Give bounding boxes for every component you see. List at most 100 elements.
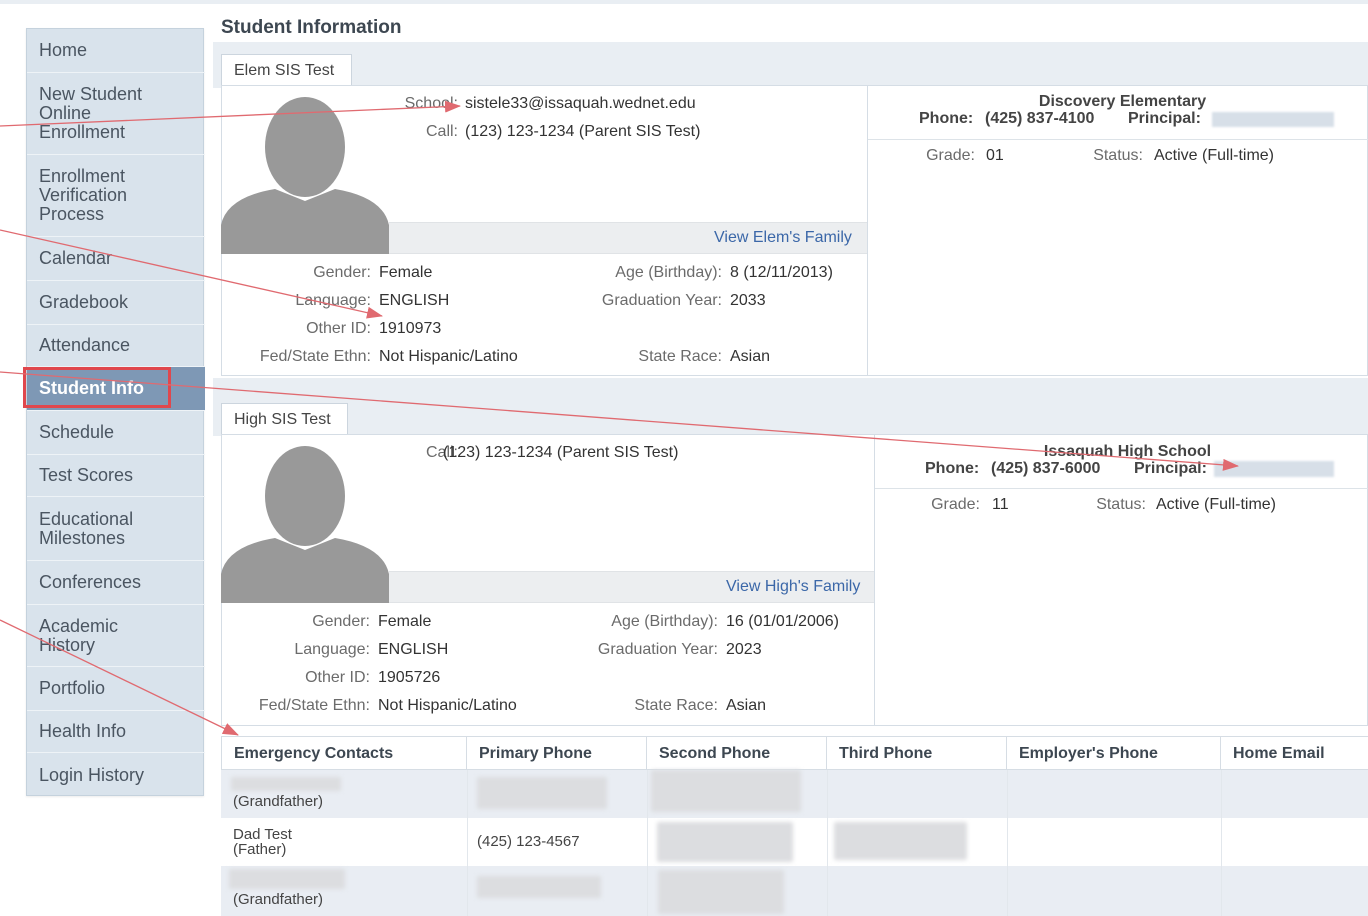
sidebar-item-test-scores[interactable]: Test Scores [27,455,205,497]
phone-label: Phone: [925,460,980,477]
ethn-label: Fed/State Ethn: [259,348,371,365]
view-high-family-link[interactable]: View High's Family [726,578,860,596]
redacted-phone [658,870,784,914]
race-label: State Race: [634,697,718,714]
ethn-value: Not Hispanic/Latino [379,348,518,365]
status-value: Active (Full-time) [1154,147,1275,164]
sidebar-item-student-info[interactable]: Student Info [27,367,205,411]
view-elem-family-link[interactable]: View Elem's Family [714,229,852,247]
contact-relation: (Father) [233,841,287,858]
divider [868,139,1368,140]
phone-label: Phone: [919,110,974,127]
column-header-second-phone[interactable]: Second Phone [647,736,827,770]
sidebar-item-schedule[interactable]: Schedule [27,411,205,455]
school-email-value: sistele33@issaquah.wednet.edu [465,95,696,112]
sidebar-nav: Home New Student Online Enrollment Enrol… [26,28,205,797]
contact-relation: (Grandfather) [233,891,324,908]
status-label: Status: [1093,147,1143,164]
school-card-elem [867,85,1368,376]
column-header-employers-phone[interactable]: Employer's Phone [1007,736,1221,770]
avatar-elem [221,97,389,254]
sidebar-item-enrollment-verification[interactable]: Enrollment Verification Process [27,155,205,237]
page-title: Student Information [221,17,402,38]
sidebar-item-home[interactable]: Home [27,29,205,73]
age-value: 16 (01/01/2006) [726,613,839,630]
grade-label: Grade: [931,496,980,513]
redacted-name [231,777,341,791]
divider [467,770,468,916]
school-name: Issaquah High School [1043,443,1212,460]
sidebar-item-calendar[interactable]: Calendar [27,237,205,281]
table-row: (Grandfather) [221,770,1368,818]
sidebar-item-login-history[interactable]: Login History [27,753,205,797]
gender-value: Female [378,613,432,630]
other-id-label: Other ID: [305,669,370,686]
divider [1007,770,1008,916]
grad-year-label: Graduation Year: [601,292,722,309]
sidebar-item-educational-milestones[interactable]: Educational Milestones [27,497,205,561]
race-value: Asian [726,697,767,714]
language-value: ENGLISH [379,292,450,309]
redacted-phone [834,822,967,860]
sidebar-item-gradebook[interactable]: Gradebook [27,281,205,325]
race-value: Asian [730,348,771,365]
grad-year-label: Graduation Year: [597,641,718,658]
sidebar-item-health-info[interactable]: Health Info [27,711,205,753]
table-row: (Grandfather) [221,866,1368,916]
sidebar-item-conferences[interactable]: Conferences [27,561,205,605]
sidebar-item-attendance[interactable]: Attendance [27,325,205,367]
contact-relation: (Grandfather) [233,793,324,810]
sidebar-item-new-student-online-enrollment[interactable]: New Student Online Enrollment [27,73,205,155]
other-id-label: Other ID: [306,320,371,337]
section-header-bg [213,378,1368,436]
column-header-home-email[interactable]: Home Email [1221,736,1368,770]
language-label: Language: [294,641,370,658]
column-header-emergency-contacts[interactable]: Emergency Contacts [221,736,467,770]
divider [875,488,1368,489]
redacted-name [229,869,345,889]
tab-elem-sis-test[interactable]: Elem SIS Test [221,54,352,86]
divider [827,770,828,916]
gender-label: Gender: [313,264,371,281]
school-email-label: School: [404,95,458,112]
emergency-contacts-table: Emergency Contacts Primary Phone Second … [221,736,1368,916]
principal-redacted [1212,112,1334,127]
call-label: Call: [425,123,458,140]
avatar-high [221,446,389,603]
column-header-third-phone[interactable]: Third Phone [827,736,1007,770]
ethn-value: Not Hispanic/Latino [378,697,517,714]
gender-value: Female [379,264,433,281]
principal-label: Principal: [1134,460,1207,477]
divider [1221,770,1222,916]
age-label: Age (Birthday): [615,264,722,281]
table-row: Dad Test (Father) (425) 123-4567 [221,818,1368,866]
redacted-phone [651,770,801,812]
section-header-bg [213,42,1368,88]
sidebar-item-portfolio[interactable]: Portfolio [27,667,205,711]
school-name: Discovery Elementary [1038,93,1207,110]
grad-year-value: 2033 [730,292,766,309]
redacted-phone [477,876,601,898]
primary-phone: (425) 123-4567 [477,833,580,850]
age-label: Age (Birthday): [611,613,718,630]
grade-value: 11 [992,496,1009,513]
column-header-primary-phone[interactable]: Primary Phone [467,736,647,770]
race-label: State Race: [638,348,722,365]
ethn-label: Fed/State Ethn: [258,697,370,714]
call-value: (123) 123-1234 (Parent SIS Test) [443,444,679,461]
call-value: (123) 123-1234 (Parent SIS Test) [465,123,701,140]
status-label: Status: [1096,496,1146,513]
language-value: ENGLISH [378,641,449,658]
language-label: Language: [295,292,371,309]
tab-high-sis-test[interactable]: High SIS Test [221,403,348,435]
phone-value: (425) 837-4100 [985,110,1095,127]
grad-year-value: 2023 [726,641,762,658]
sidebar-item-academic-history[interactable]: Academic History [27,605,205,667]
gender-label: Gender: [312,613,370,630]
redacted-phone [477,777,607,809]
top-bar [0,0,1368,4]
grade-label: Grade: [926,147,975,164]
status-value: Active (Full-time) [1156,496,1277,513]
divider [647,770,648,916]
phone-value: (425) 837-6000 [991,460,1101,477]
